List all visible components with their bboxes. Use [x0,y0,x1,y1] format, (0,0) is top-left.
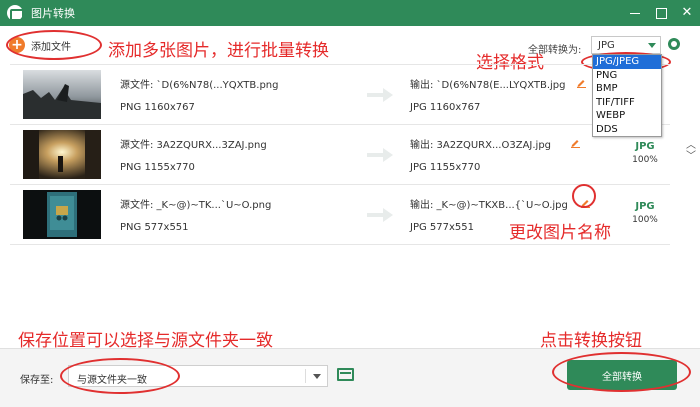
format-option-jpg[interactable]: JPG/JPEG [593,55,661,69]
output-file-name: 输出: 3A2ZQURX...O3ZAJ.jpg [410,140,552,151]
format-option-png[interactable]: PNG [593,69,661,83]
chevron-up-icon[interactable]: ︿ [686,141,696,151]
window-controls: ✕ [628,0,694,26]
title-bar: 图片转换 ✕ [0,0,700,26]
arrow-right-icon [367,148,393,162]
add-files-highlight-ring [6,30,102,60]
source-file-name: 源文件: `D(6%N78(...YQXTB.png [120,80,279,91]
badge-format: JPG [635,141,655,152]
gear-icon[interactable] [668,38,680,50]
output-file-name: 输出: _K~@)~TKXB...{`U~O.jpg [410,200,568,211]
app-logo-icon [7,5,24,21]
window-title: 图片转换 [31,7,75,20]
image-thumbnail [23,70,101,119]
badge-format: JPG [635,201,655,212]
source-file-info: PNG 577x551 [120,222,189,233]
chevron-down-icon[interactable]: ﹀ [686,152,696,162]
conversion-status-badge: JPG 100% [629,138,661,174]
source-file-info: PNG 1160x767 [120,102,195,113]
file-list: 源文件: `D(6%N78(...YQXTB.png PNG 1160x767 … [10,64,696,245]
format-select-value: JPG [598,39,615,51]
convert-button-highlight-ring [552,352,691,392]
format-option-tif[interactable]: TIF/TIFF [593,96,661,110]
conversion-status-badge: JPG 100% [629,198,661,234]
format-option-webp[interactable]: WEBP [593,109,661,123]
image-thumbnail [23,190,101,239]
maximize-icon[interactable] [654,6,668,20]
badge-percent: 100% [632,155,658,165]
save-to-label: 保存至: [20,375,54,386]
file-row[interactable]: 源文件: `D(6%N78(...YQXTB.png PNG 1160x767 … [10,65,670,125]
output-file-info: JPG 577x551 [410,222,474,233]
chevron-down-icon [313,374,321,379]
annotation-add-many: 添加多张图片，进行批量转换 [108,41,329,61]
folder-icon[interactable] [337,368,354,381]
source-file-name: 源文件: _K~@)~TK...`U~O.png [120,200,272,211]
pencil-edit-icon[interactable] [570,137,581,148]
arrow-right-icon [367,88,393,102]
format-dropdown: JPG/JPEG PNG BMP TIF/TIFF WEBP DDS [592,54,662,137]
format-option-bmp[interactable]: BMP [593,82,661,96]
image-thumbnail [23,130,101,179]
save-location-highlight-ring [60,358,180,394]
rename-highlight-ring [572,184,596,208]
badge-percent: 100% [632,215,658,225]
file-row[interactable]: 源文件: 3A2ZQURX...3ZAJ.png PNG 1155x770 输出… [10,125,696,185]
annotation-rename: 更改图片名称 [509,223,611,243]
arrow-right-icon [367,208,393,222]
source-file-info: PNG 1155x770 [120,162,195,173]
select-divider [305,369,306,383]
output-file-name: 输出: `D(6%N78(E...LYQXTB.jpg [410,80,566,91]
minimize-icon[interactable] [628,6,642,20]
format-option-dds[interactable]: DDS [593,123,661,137]
output-file-info: JPG 1155x770 [410,162,481,173]
output-file-info: JPG 1160x767 [410,102,481,113]
close-icon[interactable]: ✕ [680,6,694,20]
chevron-down-icon [648,43,656,48]
source-file-name: 源文件: 3A2ZQURX...3ZAJ.png [120,140,267,151]
pencil-edit-icon[interactable] [576,77,587,88]
